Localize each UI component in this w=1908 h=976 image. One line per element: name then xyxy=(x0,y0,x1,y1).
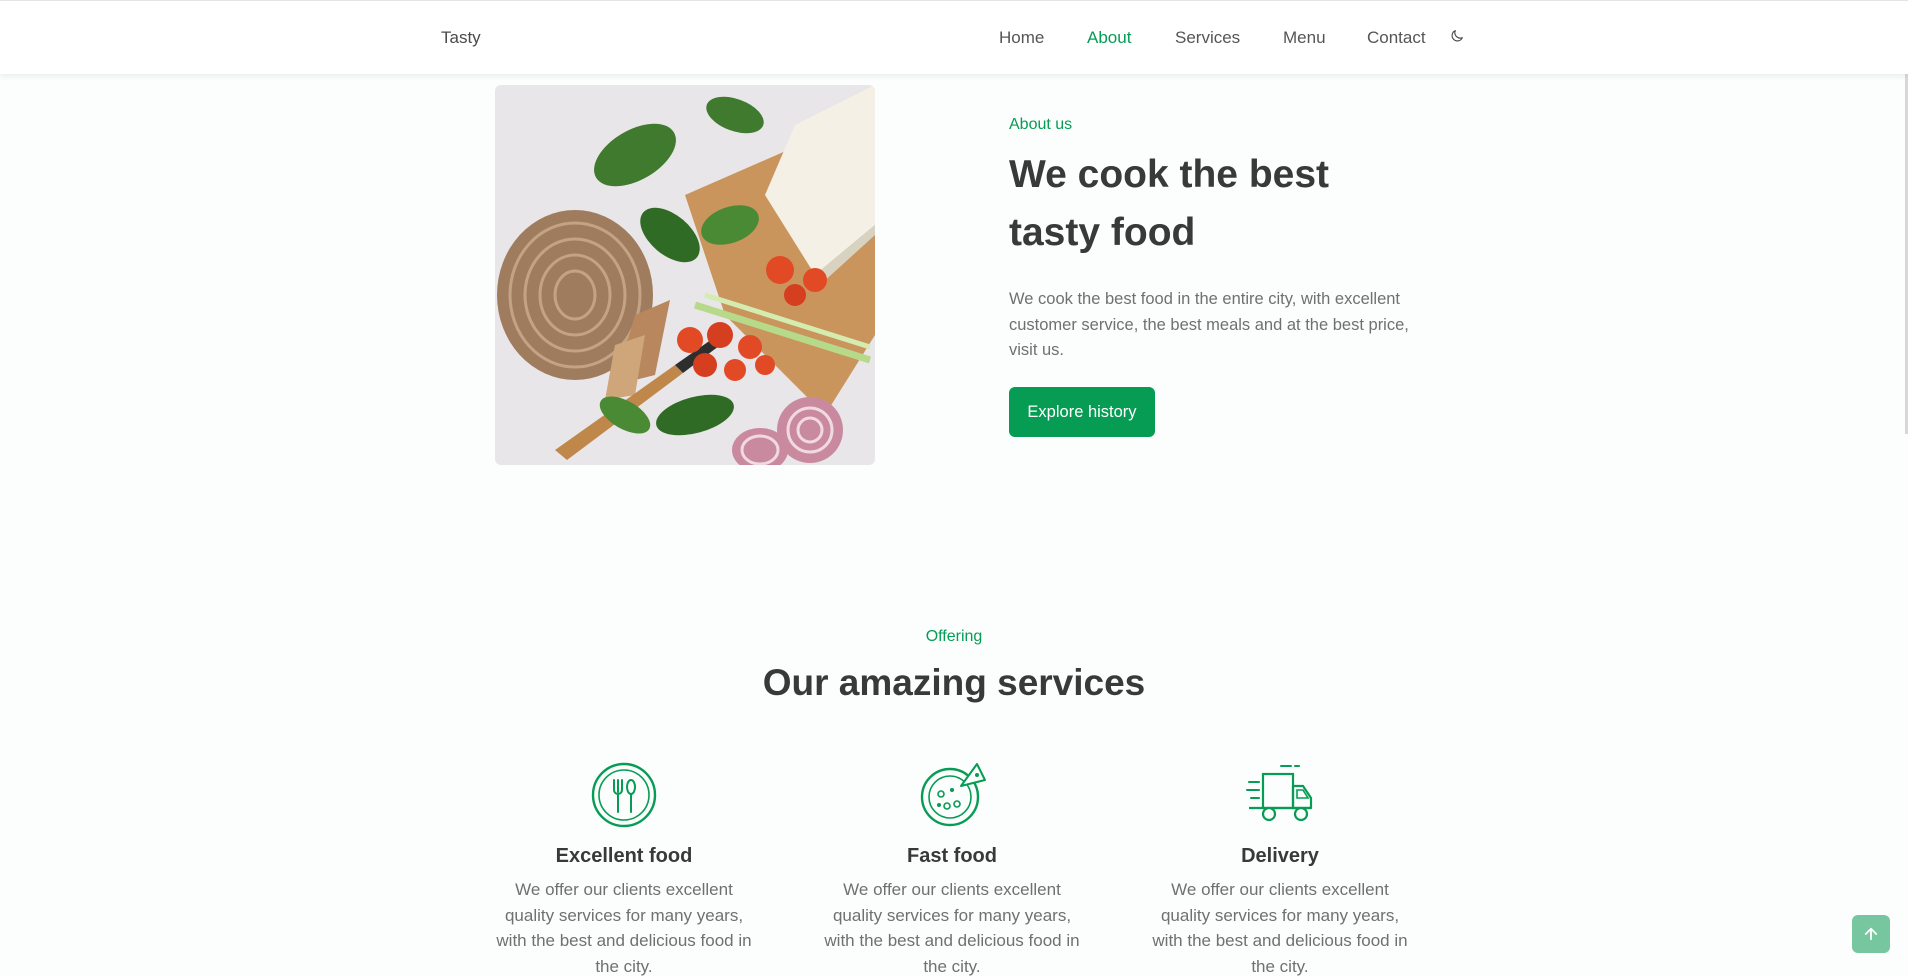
service-card-fast-food: Fast food We offer our clients excellent… xyxy=(817,760,1087,976)
about-subtitle: About us xyxy=(1009,116,1073,133)
nav-about[interactable]: About xyxy=(1087,28,1131,48)
arrow-up-icon xyxy=(1864,927,1878,941)
about-title: We cook the best tasty food xyxy=(1009,146,1409,262)
offering-title: Our amazing services xyxy=(762,662,1146,703)
explore-history-button[interactable]: Explore history xyxy=(1009,387,1155,437)
moon-icon[interactable] xyxy=(1449,28,1465,44)
nav-contact[interactable]: Contact xyxy=(1367,28,1426,48)
header: Tasty Home About Services Menu Contact xyxy=(0,0,1908,74)
service-card-delivery: Delivery We offer our clients excellent … xyxy=(1145,760,1415,976)
nav-services[interactable]: Services xyxy=(1175,28,1240,48)
about-food-image xyxy=(495,85,875,465)
service-title: Delivery xyxy=(1241,845,1319,867)
scroll-top-button[interactable] xyxy=(1852,915,1890,953)
service-description: We offer our clients excellent quality s… xyxy=(1152,880,1408,976)
delivery-truck-icon xyxy=(1246,765,1313,822)
service-description: We offer our clients excellent quality s… xyxy=(824,880,1080,976)
restaurant-icon xyxy=(591,762,657,828)
about-title-line1: We cook the best xyxy=(1009,153,1330,196)
about-title-line2: tasty food xyxy=(1009,211,1196,254)
service-description: We offer our clients excellent quality s… xyxy=(496,880,752,976)
about-description: We cook the best food in the entire city… xyxy=(1009,290,1409,359)
nav-menu[interactable]: Menu xyxy=(1283,28,1326,48)
offering-subtitle: Offering xyxy=(925,628,983,645)
service-card-excellent-food: Excellent food We offer our clients exce… xyxy=(489,760,759,976)
pizza-icon xyxy=(920,763,986,827)
main-nav: Home About Services Menu Contact xyxy=(0,28,1908,52)
nav-home[interactable]: Home xyxy=(999,28,1044,48)
service-title: Excellent food xyxy=(555,845,693,867)
service-title: Fast food xyxy=(907,845,997,867)
